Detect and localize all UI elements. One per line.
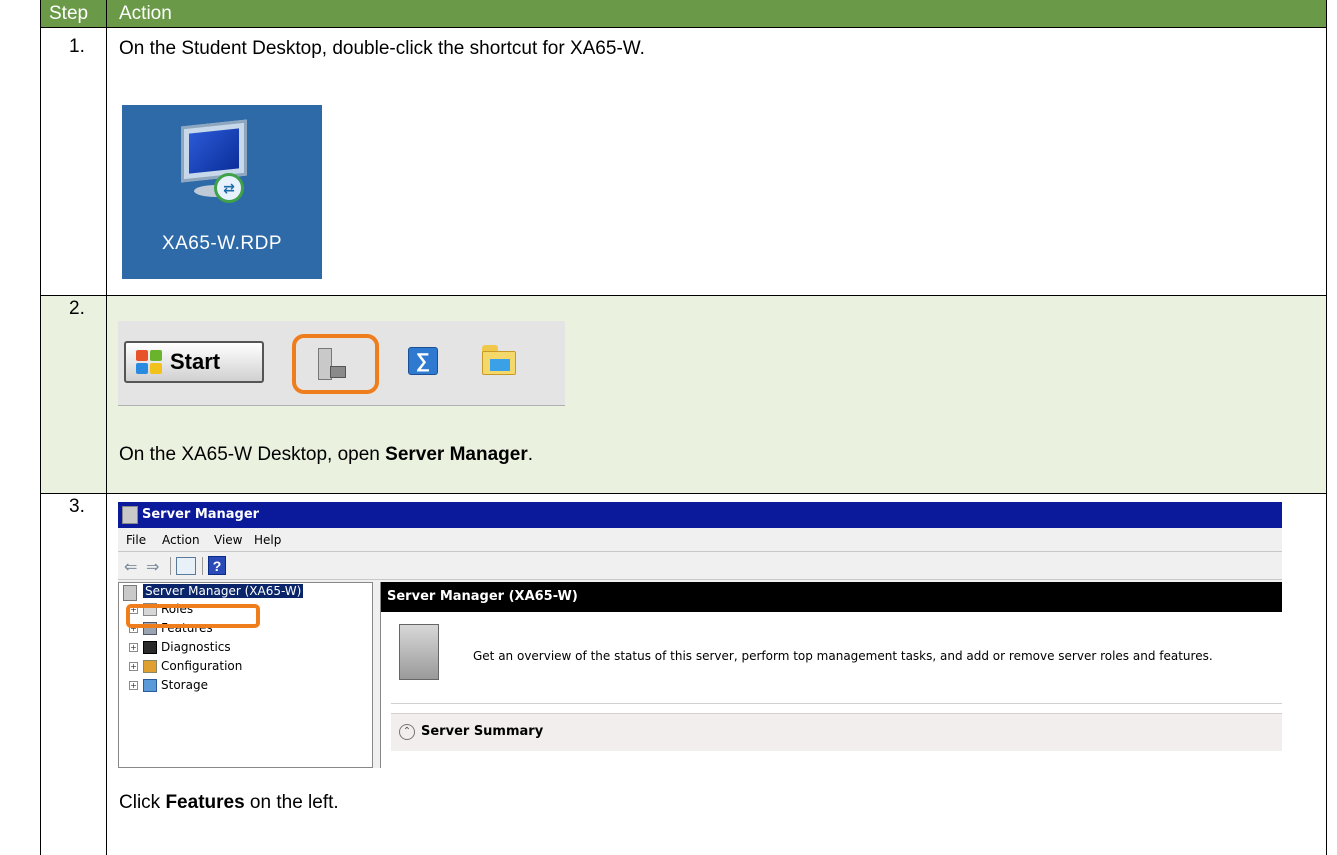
step-number: 3. <box>69 496 85 517</box>
configuration-icon <box>143 660 157 673</box>
tree-item-label: Diagnostics <box>161 640 231 654</box>
highlight-box <box>292 334 379 394</box>
toolbar-separator <box>170 557 171 575</box>
table-header: Step Action <box>41 0 1326 28</box>
server-manager-window: Server Manager File Action View Help ⇐ ⇒… <box>118 502 1282 768</box>
expand-icon[interactable]: + <box>129 681 138 690</box>
section-title: Server Summary <box>421 724 544 739</box>
server-icon <box>123 585 137 601</box>
tree-root-label: Server Manager (XA65-W) <box>143 584 304 598</box>
tree-item-label: Storage <box>161 678 208 692</box>
step-number: 2. <box>69 298 85 319</box>
help-icon[interactable]: ? <box>208 556 226 575</box>
step-column-header: Step <box>49 3 89 24</box>
shortcut-label: XA65-W.RDP <box>161 233 283 254</box>
step-number: 1. <box>69 36 85 57</box>
storage-icon <box>143 679 157 692</box>
toolbar-separator <box>202 557 203 575</box>
server-summary-section[interactable]: ⌃ Server Summary <box>391 713 1282 751</box>
step-row-3: 3. Server Manager File Action View Help … <box>41 494 1326 855</box>
panel-title: Server Manager (XA65-W) <box>381 582 1282 612</box>
step-instruction: On the Student Desktop, double-click the… <box>119 38 645 59</box>
bold-term: Features <box>165 792 245 813</box>
menu-action[interactable]: Action <box>162 533 200 547</box>
monitor-screen <box>189 128 239 174</box>
server-manager-icon <box>122 506 138 524</box>
menu-view[interactable]: View <box>214 533 242 547</box>
start-button[interactable]: Start <box>124 341 264 383</box>
overview-box: Get an overview of the status of this se… <box>391 620 1282 704</box>
tree-item-label: Configuration <box>161 659 243 673</box>
menu-bar: File Action View Help <box>118 528 1282 552</box>
window-title: Server Manager <box>142 507 260 522</box>
explorer-folder-icon[interactable] <box>482 345 516 375</box>
toolbar: ⇐ ⇒ ? <box>118 552 1282 580</box>
menu-help[interactable]: Help <box>254 533 281 547</box>
diagnostics-icon <box>143 641 157 654</box>
step-row-2: 2. Start ∑ On the XA65-W Desktop, open S… <box>41 296 1326 494</box>
step-instruction: Click Features on the left. <box>119 792 339 813</box>
windows-logo-icon <box>136 350 164 376</box>
expand-icon[interactable]: + <box>129 662 138 671</box>
server-manager-icon[interactable] <box>318 348 346 380</box>
server-toolbox-icon <box>399 624 439 680</box>
taskbar: Start ∑ <box>118 321 565 406</box>
remote-connection-icon: ⇄ <box>214 173 244 203</box>
bold-term: Server Manager <box>385 444 528 465</box>
expand-icon[interactable]: + <box>129 643 138 652</box>
overview-description: Get an overview of the status of this se… <box>473 649 1213 663</box>
back-arrow-icon[interactable]: ⇐ <box>124 557 137 577</box>
action-column-header: Action <box>119 3 172 24</box>
column-divider <box>106 0 107 855</box>
highlight-box <box>126 604 260 628</box>
step-instruction: On the XA65-W Desktop, open Server Manag… <box>119 444 533 465</box>
details-pane: Server Manager (XA65-W) Get an overview … <box>380 582 1282 768</box>
collapse-icon[interactable]: ⌃ <box>399 724 415 740</box>
start-label: Start <box>170 349 221 374</box>
show-hide-tree-icon[interactable] <box>176 557 196 575</box>
forward-arrow-icon[interactable]: ⇒ <box>146 557 159 577</box>
instruction-table: Step Action 1. On the Student Desktop, d… <box>40 0 1327 855</box>
rdp-shortcut-icon[interactable]: ⇄ XA65-W.RDP <box>122 105 322 279</box>
menu-file[interactable]: File <box>126 533 146 547</box>
step-row-1: 1. On the Student Desktop, double-click … <box>41 28 1326 296</box>
window-title-bar: Server Manager <box>118 502 1282 528</box>
powershell-icon[interactable]: ∑ <box>408 347 438 375</box>
